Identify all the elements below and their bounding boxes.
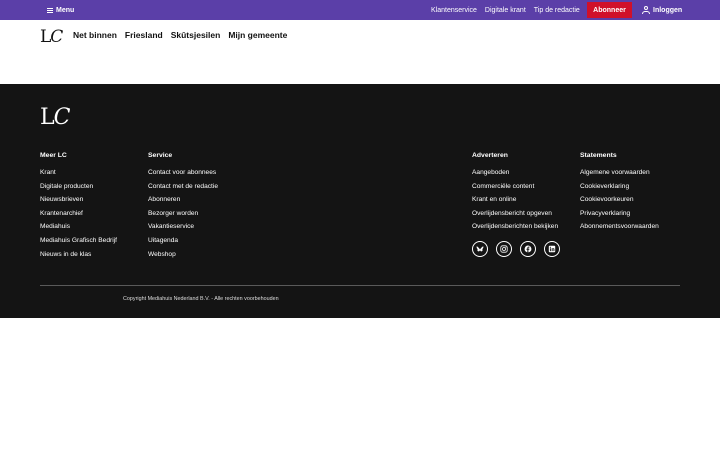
bluesky-icon[interactable]	[472, 241, 488, 257]
login-button[interactable]: Inloggen	[642, 0, 682, 20]
menu-button[interactable]: Menu	[47, 0, 74, 20]
footer-link[interactable]: Krant en online	[472, 193, 558, 207]
footer-link[interactable]: Nieuws in de klas	[40, 248, 117, 262]
top-links: Klantenservice Digitale krant Tip de red…	[431, 0, 580, 20]
footer-link[interactable]: Overlijdensberichten bekijken	[472, 220, 558, 234]
footer-logo-letter-c: C	[53, 105, 71, 130]
footer-column-title: Service	[148, 152, 173, 159]
footer-link[interactable]: Webshop	[148, 248, 218, 262]
main-nav: Net binnen Friesland Skûtsjesilen Mijn g…	[73, 20, 287, 50]
footer-link[interactable]: Overlijdensbericht opgeven	[472, 207, 558, 221]
facebook-icon[interactable]	[520, 241, 536, 257]
copyright-text: Copyright Mediahuis Nederland B.V. - All…	[123, 296, 279, 302]
footer-link[interactable]: Mediahuis Grafisch Bedrijf	[40, 234, 117, 248]
footer-link[interactable]: Contact voor abonnees	[148, 166, 218, 180]
footer-link[interactable]: Vakantieservice	[148, 220, 218, 234]
footer-link[interactable]: Cookievoorkeuren	[580, 193, 659, 207]
footer-column-statements: Statements Algemene voorwaarden Cookieve…	[580, 152, 659, 234]
footer-link[interactable]: Commerciële content	[472, 180, 558, 194]
footer-link[interactable]: Bezorger worden	[148, 207, 218, 221]
nav-friesland[interactable]: Friesland	[125, 30, 163, 40]
footer-link[interactable]: Contact met de redactie	[148, 180, 218, 194]
hamburger-icon	[47, 7, 53, 13]
top-bar: Menu Klantenservice Digitale krant Tip d…	[0, 0, 720, 20]
footer-link[interactable]: Abonnementsvoorwaarden	[580, 220, 659, 234]
user-icon	[642, 6, 650, 14]
link-digitale-krant[interactable]: Digitale krant	[485, 7, 526, 14]
social-links	[472, 241, 560, 257]
footer-divider	[40, 285, 680, 286]
lc-logo[interactable]: LC	[40, 27, 63, 47]
footer-column-title: Meer LC	[40, 152, 67, 159]
subscribe-button[interactable]: Abonneer	[587, 2, 632, 18]
nav-net-binnen[interactable]: Net binnen	[73, 30, 117, 40]
footer-link[interactable]: Krant	[40, 166, 117, 180]
instagram-icon[interactable]	[496, 241, 512, 257]
footer-link[interactable]: Algemene voorwaarden	[580, 166, 659, 180]
footer-link[interactable]: Privacyverklaring	[580, 207, 659, 221]
footer-link[interactable]: Abonneren	[148, 193, 218, 207]
footer-link[interactable]: Nieuwsbrieven	[40, 193, 117, 207]
footer-link[interactable]: Digitale producten	[40, 180, 117, 194]
login-label: Inloggen	[653, 6, 683, 14]
logo-letter-l: L	[40, 27, 51, 47]
link-klantenservice[interactable]: Klantenservice	[431, 7, 477, 14]
footer-logo-letter-l: L	[40, 105, 55, 130]
nav-mijn-gemeente[interactable]: Mijn gemeente	[228, 30, 287, 40]
footer-column-meer-lc: Meer LC Krant Digitale producten Nieuwsb…	[40, 152, 117, 261]
footer-link[interactable]: Uitagenda	[148, 234, 218, 248]
footer-column-title: Adverteren	[472, 152, 508, 159]
footer-link[interactable]: Krantenarchief	[40, 207, 117, 221]
footer-column-service: Service Contact voor abonnees Contact me…	[148, 152, 218, 261]
footer-link[interactable]: Aangeboden	[472, 166, 558, 180]
link-tip-de-redactie[interactable]: Tip de redactie	[534, 7, 580, 14]
footer-link[interactable]: Mediahuis	[40, 220, 117, 234]
footer-column-title: Statements	[580, 152, 617, 159]
main-header: LC Net binnen Friesland Skûtsjesilen Mij…	[0, 20, 720, 84]
menu-label: Menu	[56, 6, 75, 14]
footer-link[interactable]: Cookieverklaring	[580, 180, 659, 194]
logo-letter-c: C	[50, 27, 63, 47]
footer-column-adverteren: Adverteren Aangeboden Commerciële conten…	[472, 152, 558, 234]
linkedin-icon[interactable]	[544, 241, 560, 257]
nav-skutsjesilen[interactable]: Skûtsjesilen	[171, 30, 221, 40]
footer-lc-logo[interactable]: LC	[40, 105, 71, 130]
footer: LC Meer LC Krant Digitale producten Nieu…	[0, 84, 720, 318]
